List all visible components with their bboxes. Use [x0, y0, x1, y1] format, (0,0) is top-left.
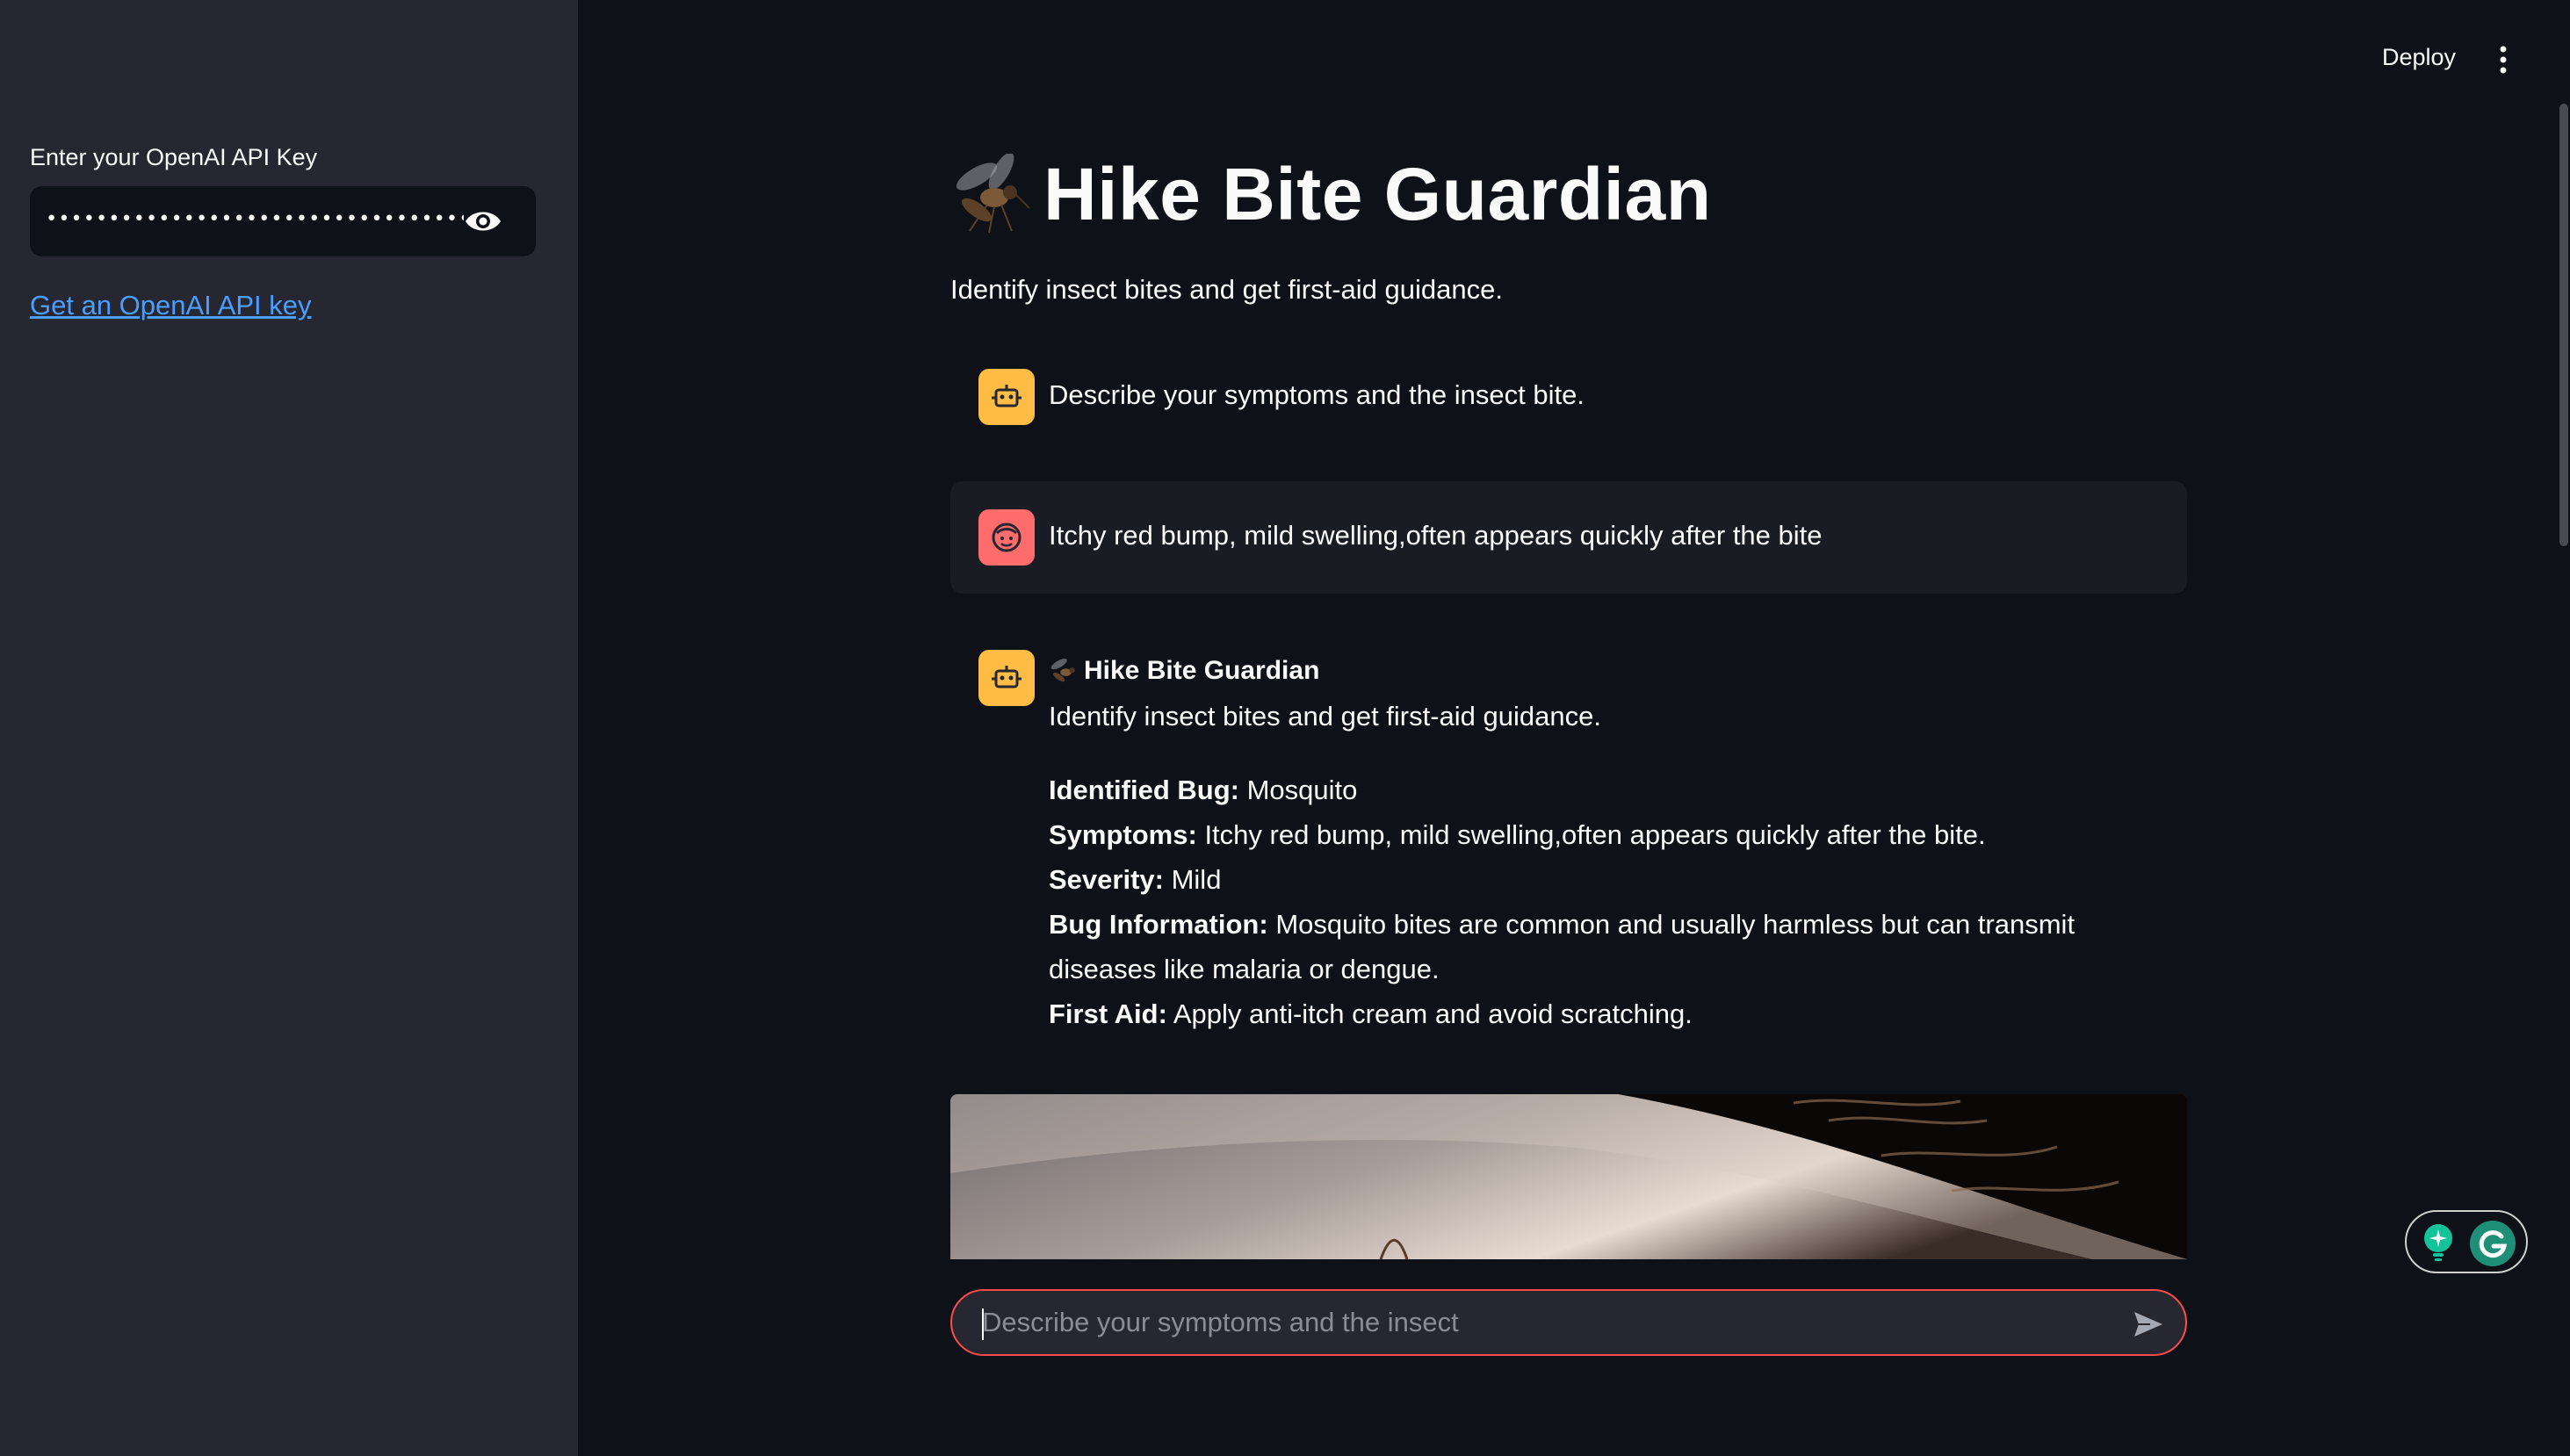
- get-api-key-link[interactable]: Get an OpenAI API key: [30, 290, 312, 321]
- response-title: Hike Bite Guardian: [1084, 656, 1320, 685]
- user-avatar: [978, 509, 1035, 566]
- chat-input-placeholder: Describe your symptoms and the insect: [982, 1307, 1459, 1337]
- send-icon[interactable]: [2131, 1307, 2166, 1342]
- identified-bug-value: Mosquito: [1246, 775, 1358, 805]
- bug-information-line: Bug Information: Mosquito bites are comm…: [1049, 902, 2155, 991]
- response-subtitle: Identify insect bites and get first-aid …: [1049, 701, 1601, 732]
- identified-bug-label: Identified Bug:: [1049, 775, 1239, 805]
- first-aid-line: First Aid: Apply anti-itch cream and avo…: [1049, 991, 2155, 1036]
- sidebar: Enter your OpenAI API Key ••••••••••••••…: [0, 0, 578, 1456]
- show-password-eye-icon[interactable]: [464, 205, 502, 237]
- severity-value: Mild: [1171, 864, 1222, 895]
- first-aid-value: Apply anti-itch cream and avoid scratchi…: [1173, 998, 1693, 1029]
- page-scrollbar[interactable]: [2559, 104, 2568, 546]
- api-key-value: ••••••••••••••••••••••••••••••••••••••••…: [46, 208, 464, 230]
- grammarly-widget[interactable]: [2405, 1210, 2528, 1273]
- assistant-message: Describe your symptoms and the insect bi…: [1049, 379, 1585, 410]
- lightbulb-icon[interactable]: [2417, 1221, 2459, 1263]
- symptoms-label: Symptoms:: [1049, 819, 1197, 850]
- severity-label: Severity:: [1049, 864, 1164, 895]
- assistant-avatar: [978, 369, 1035, 425]
- bug-information-label: Bug Information:: [1049, 909, 1268, 940]
- symptoms-value: Itchy red bump, mild swelling,often appe…: [1204, 819, 1986, 850]
- api-key-input[interactable]: ••••••••••••••••••••••••••••••••••••••••…: [30, 186, 536, 256]
- robot-icon: [992, 385, 1022, 407]
- title-row: Hike Bite Guardian: [950, 146, 1712, 242]
- symptoms-line: Symptoms: Itchy red bump, mild swelling,…: [1049, 812, 2155, 857]
- deploy-button[interactable]: Deploy: [2382, 44, 2456, 71]
- grammarly-g-icon[interactable]: [2468, 1219, 2517, 1268]
- identified-bug-line: Identified Bug: Mosquito: [1049, 768, 2155, 812]
- mosquito-icon: [956, 154, 1030, 234]
- user-message: Itchy red bump, mild swelling,often appe…: [1049, 520, 1823, 551]
- face-icon: [992, 523, 1022, 552]
- page-title: Hike Bite Guardian: [1043, 152, 1712, 235]
- bite-photo: [950, 1094, 2187, 1259]
- kebab-menu-icon[interactable]: [2493, 44, 2514, 76]
- severity-line: Severity: Mild: [1049, 857, 2155, 902]
- mosquito-icon: [1050, 659, 1075, 682]
- robot-icon: [992, 666, 1022, 688]
- assistant-avatar: [978, 650, 1035, 706]
- response-header: Hike Bite Guardian: [1049, 655, 1319, 687]
- chat-input[interactable]: Describe your symptoms and the insect: [950, 1289, 2187, 1356]
- page-subtitle: Identify insect bites and get first-aid …: [950, 274, 1503, 305]
- api-key-label: Enter your OpenAI API Key: [30, 144, 318, 170]
- first-aid-label: First Aid:: [1049, 998, 1167, 1029]
